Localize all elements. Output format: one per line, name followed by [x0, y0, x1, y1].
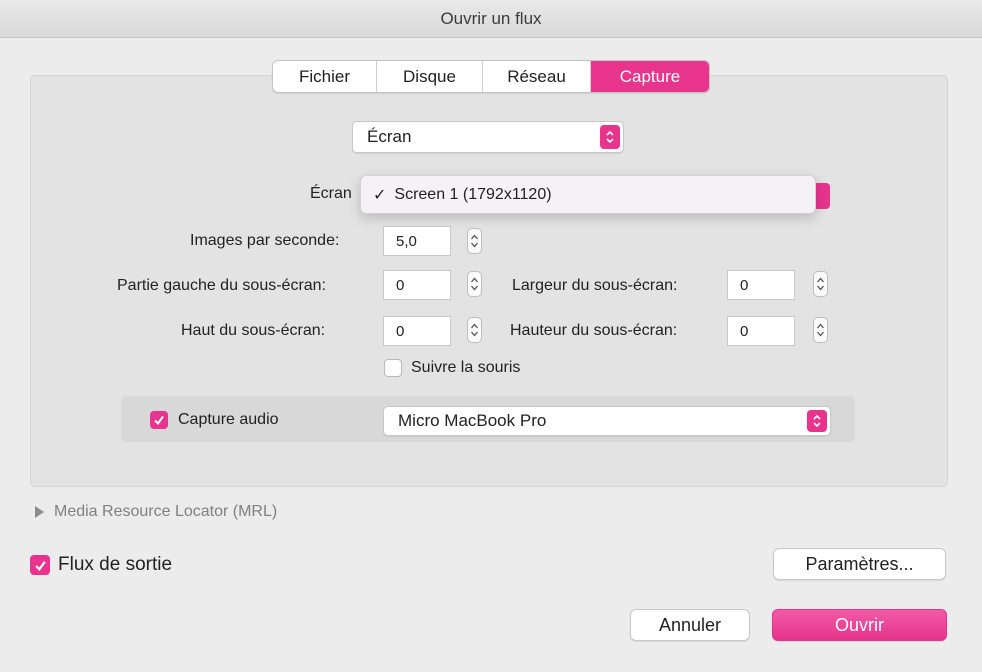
output-stream-label: Flux de sortie: [58, 554, 173, 575]
audio-device-popup[interactable]: Micro MacBook Pro: [383, 406, 831, 436]
subscreen-left-stepper[interactable]: [467, 271, 482, 297]
subscreen-height-stepper[interactable]: [813, 317, 828, 343]
tab-disque[interactable]: Disque: [377, 61, 483, 92]
subscreen-left-label: Partie gauche du sous-écran:: [117, 277, 327, 294]
tab-fichier[interactable]: Fichier: [273, 61, 377, 92]
open-button[interactable]: Ouvrir: [772, 609, 947, 641]
chevron-updown-icon: [600, 125, 620, 149]
subscreen-width-stepper[interactable]: [813, 271, 828, 297]
subscreen-width-input[interactable]: 0: [727, 270, 795, 300]
fps-stepper[interactable]: [467, 228, 482, 254]
audio-capture-checkbox[interactable]: [150, 411, 168, 429]
tab-reseau[interactable]: Réseau: [483, 61, 591, 92]
screen-label: Écran: [310, 185, 352, 202]
subscreen-height-input[interactable]: 0: [727, 316, 795, 346]
subscreen-top-input[interactable]: 0: [383, 316, 451, 346]
audio-device-value: Micro MacBook Pro: [398, 411, 547, 430]
follow-mouse-label: Suivre la souris: [411, 359, 521, 376]
subscreen-width-label: Largeur du sous-écran:: [512, 277, 678, 294]
subscreen-top-label: Haut du sous-écran:: [181, 322, 326, 339]
fps-input[interactable]: 5,0: [383, 226, 451, 256]
fps-label: Images par seconde:: [190, 232, 340, 249]
tab-bar: Fichier Disque Réseau Capture: [272, 60, 710, 93]
tab-capture[interactable]: Capture: [591, 61, 709, 92]
capture-source-value: Écran: [367, 127, 412, 146]
settings-button[interactable]: Paramètres...: [773, 548, 946, 580]
checkmark-icon: ✓: [373, 186, 387, 204]
window-title: Ouvrir un flux: [440, 8, 542, 28]
output-stream-checkbox[interactable]: [30, 555, 50, 575]
capture-source-popup[interactable]: Écran: [352, 121, 624, 153]
subscreen-top-stepper[interactable]: [467, 317, 482, 343]
disclosure-triangle-icon: [35, 506, 44, 518]
window-title-bar: Ouvrir un flux: [0, 0, 982, 38]
cancel-button[interactable]: Annuler: [630, 609, 750, 641]
menu-item-screen-1[interactable]: Screen 1 (1792x1120): [394, 186, 551, 204]
screen-dropdown-menu: ✓ Screen 1 (1792x1120): [360, 175, 816, 214]
follow-mouse-checkbox[interactable]: [384, 359, 402, 377]
chevron-updown-icon: [807, 410, 827, 432]
mrl-label: Media Resource Locator (MRL): [54, 503, 278, 520]
mrl-disclosure[interactable]: Media Resource Locator (MRL): [35, 503, 277, 521]
subscreen-left-input[interactable]: 0: [383, 270, 451, 300]
subscreen-height-label: Hauteur du sous-écran:: [510, 322, 678, 339]
audio-capture-label: Capture audio: [178, 411, 279, 428]
